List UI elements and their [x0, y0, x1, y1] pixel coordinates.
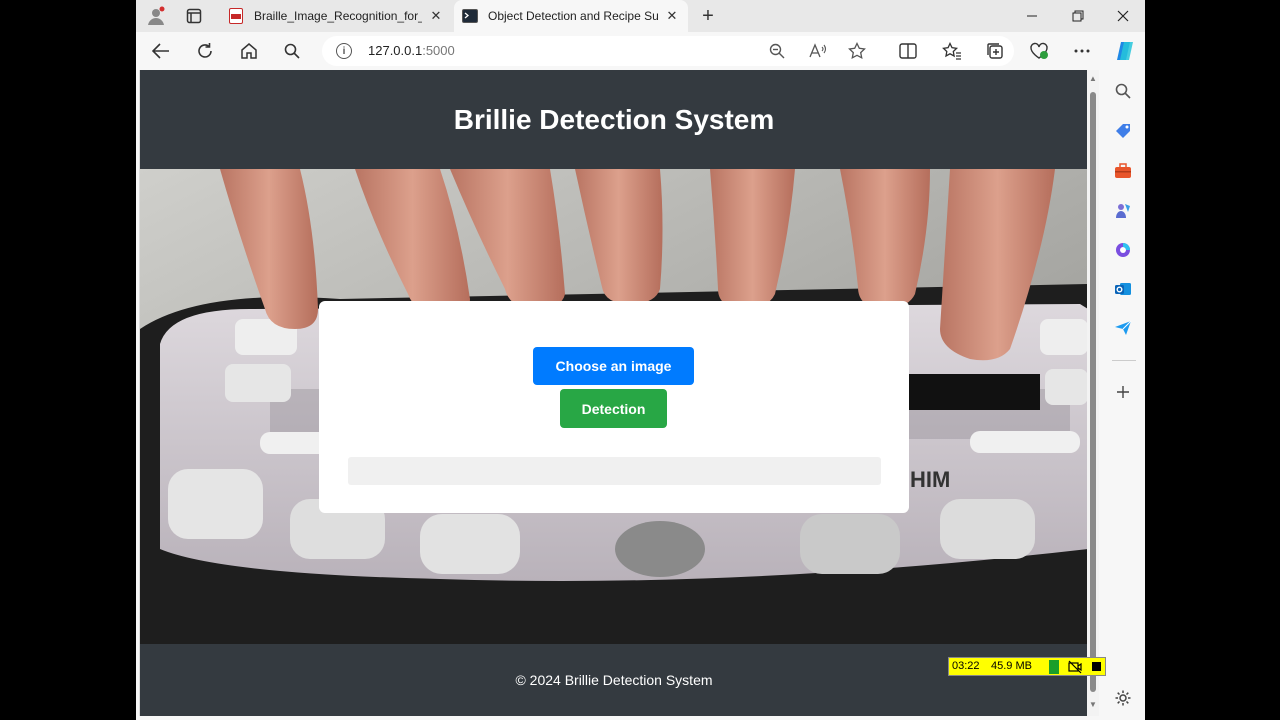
detection-button[interactable]: Detection: [560, 389, 667, 428]
refresh-icon[interactable]: [192, 38, 218, 64]
tools-briefcase-icon[interactable]: [1112, 160, 1134, 182]
result-output-box: [348, 457, 881, 485]
profile-icon[interactable]: [144, 4, 168, 28]
minimize-icon[interactable]: [1009, 0, 1055, 32]
tab-label: Object Detection and Recipe Sug: [488, 9, 658, 23]
meter-time: 03:22: [952, 660, 980, 672]
address-url[interactable]: 127.0.0.1:5000: [368, 43, 455, 58]
stop-record-icon[interactable]: [1092, 662, 1101, 671]
recording-meter: 03:22 45.9 MB: [948, 657, 1106, 676]
url-host: 127.0.0.1: [368, 43, 423, 58]
tab-braille-pdf[interactable]: Braille_Image_Recognition_for_Be ✕: [220, 0, 452, 32]
no-camera-icon[interactable]: [1068, 660, 1082, 674]
close-window-icon[interactable]: [1100, 0, 1145, 32]
split-screen-icon[interactable]: [895, 38, 921, 64]
home-icon[interactable]: [236, 38, 262, 64]
close-tab-icon[interactable]: ✕: [428, 8, 444, 24]
site-info-icon[interactable]: i: [336, 43, 352, 59]
shopping-tag-icon[interactable]: [1112, 120, 1134, 142]
add-sidebar-app-icon[interactable]: [1112, 381, 1134, 403]
tab-object-detection[interactable]: Object Detection and Recipe Sug ✕: [454, 0, 688, 32]
pdf-icon: [228, 8, 244, 24]
sidebar-search-icon[interactable]: [1112, 80, 1134, 102]
edge-sidebar: [1102, 70, 1145, 720]
scroll-down-icon[interactable]: ▼: [1089, 700, 1097, 710]
collections-icon[interactable]: [982, 38, 1008, 64]
browser-essentials-icon[interactable]: [1026, 38, 1052, 64]
footer-copyright: © 2024 Brillie Detection System: [515, 672, 713, 688]
games-icon[interactable]: [1112, 199, 1134, 221]
new-tab-icon[interactable]: +: [696, 4, 720, 28]
level-bar-icon: [1049, 660, 1059, 674]
choose-image-button[interactable]: Choose an image: [533, 347, 694, 385]
send-icon[interactable]: [1112, 317, 1134, 339]
svg-text:HIM: HIM: [910, 467, 950, 492]
sidebar-settings-gear-icon[interactable]: [1112, 687, 1134, 709]
copilot-m365-icon[interactable]: [1112, 239, 1134, 261]
restore-icon[interactable]: [1055, 0, 1101, 32]
browser-toolbar: i 127.0.0.1:5000: [136, 32, 1145, 70]
upload-card: Choose an image Detection: [319, 301, 909, 513]
tab-strip: Braille_Image_Recognition_for_Be ✕ Objec…: [136, 0, 1145, 32]
meter-memory: 45.9 MB: [991, 660, 1032, 672]
read-aloud-icon[interactable]: [808, 41, 828, 61]
scroll-up-icon[interactable]: ▲: [1089, 74, 1097, 84]
tab-actions-icon[interactable]: [182, 4, 206, 28]
favorites-icon[interactable]: [939, 38, 965, 64]
zoom-icon[interactable]: [767, 41, 787, 61]
terminal-icon: [462, 8, 478, 24]
url-port: :5000: [422, 43, 455, 58]
tab-label: Braille_Image_Recognition_for_Be: [254, 9, 422, 23]
page-viewport: Brillie Detection System HIM Choose an i…: [139, 70, 1087, 716]
copilot-icon[interactable]: [1112, 38, 1138, 64]
page-scrollbar[interactable]: ▲ ▼: [1087, 70, 1099, 716]
scroll-thumb[interactable]: [1090, 92, 1096, 692]
sidebar-divider: [1112, 360, 1136, 361]
site-footer: © 2024 Brillie Detection System: [140, 644, 1087, 716]
page-title: Brillie Detection System: [453, 103, 775, 135]
browser-window: Braille_Image_Recognition_for_Be ✕ Objec…: [136, 0, 1145, 720]
favorite-star-icon[interactable]: [847, 41, 867, 61]
back-icon[interactable]: [148, 38, 174, 64]
close-tab-icon[interactable]: ✕: [664, 8, 680, 24]
outlook-icon[interactable]: [1112, 278, 1134, 300]
site-header: Brillie Detection System: [140, 70, 1087, 169]
search-icon[interactable]: [279, 38, 305, 64]
more-options-icon[interactable]: [1069, 38, 1095, 64]
